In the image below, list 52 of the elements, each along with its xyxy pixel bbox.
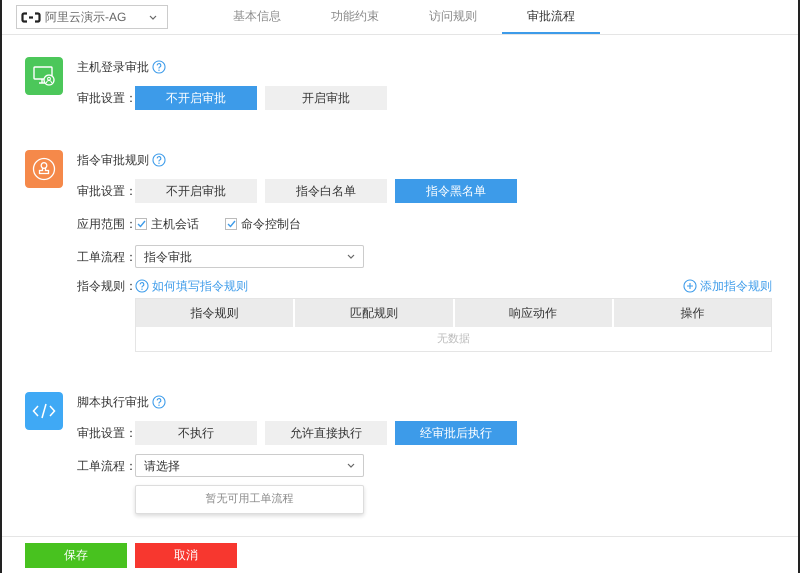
tab[interactable]: 审批流程 (502, 0, 600, 34)
logo-icon (21, 12, 41, 22)
chevron-down-icon (347, 254, 355, 259)
column-header: 响应动作 (452, 299, 612, 327)
add-icon (683, 279, 697, 293)
option-button[interactable]: 允许直接执行 (265, 421, 387, 445)
column-header: 匹配规则 (293, 299, 452, 327)
tab[interactable]: 功能约束 (306, 0, 404, 34)
help-link[interactable]: 如何填写指令规则 (135, 277, 248, 295)
field-label: 审批设置： (77, 183, 135, 200)
account-select[interactable]: 阿里云演示-AG (16, 5, 168, 29)
help-icon (152, 395, 166, 409)
checkbox[interactable] (135, 218, 147, 230)
help-icon (152, 60, 166, 74)
field-label: 工单流程： (77, 249, 135, 266)
chevron-down-icon (347, 463, 355, 468)
field-label: 指令规则： (77, 278, 135, 294)
section-title: 指令审批规则 (77, 152, 149, 169)
field-label: 工单流程： (77, 458, 135, 475)
tab[interactable]: 基本信息 (208, 0, 306, 34)
add-link[interactable]: 添加指令规则 (683, 277, 772, 295)
footer-button[interactable]: 取消 (135, 542, 237, 568)
chevron-down-icon (149, 14, 157, 20)
field-label: 审批设置： (77, 90, 135, 107)
help-icon (152, 153, 166, 167)
field-label: 应用范围： (77, 216, 135, 233)
checkbox[interactable] (225, 218, 237, 230)
footer-button[interactable]: 保存 (25, 542, 127, 568)
checkbox-label: 命令控制台 (241, 216, 301, 233)
option-button[interactable]: 指令黑名单 (395, 179, 517, 203)
monitor-user-icon (25, 57, 63, 95)
stamp-icon (25, 150, 63, 188)
empty-message: 暂无可用工单流程 (206, 492, 294, 508)
column-header: 指令规则 (190, 305, 240, 322)
select-field[interactable]: 请选择 (135, 454, 364, 477)
code-icon (25, 392, 63, 430)
section-title: 主机登录审批 (77, 59, 149, 76)
field-label: 审批设置： (77, 425, 135, 442)
help-icon (135, 279, 149, 293)
tab[interactable]: 访问规则 (404, 0, 502, 34)
checkbox-label: 主机会话 (151, 216, 199, 233)
option-button[interactable]: 指令白名单 (265, 179, 387, 203)
column-header: 操作 (612, 299, 771, 327)
option-button[interactable]: 不执行 (135, 421, 257, 445)
option-button[interactable]: 开启审批 (265, 86, 387, 110)
section-title: 脚本执行审批 (77, 394, 149, 411)
option-button[interactable]: 不开启审批 (135, 179, 257, 203)
empty-message: 无数据 (437, 332, 470, 347)
select-field[interactable]: 指令审批 (135, 245, 364, 268)
option-button[interactable]: 不开启审批 (135, 86, 257, 110)
account-select-value: 阿里云演示-AG (45, 9, 128, 26)
option-button[interactable]: 经审批后执行 (395, 421, 517, 445)
